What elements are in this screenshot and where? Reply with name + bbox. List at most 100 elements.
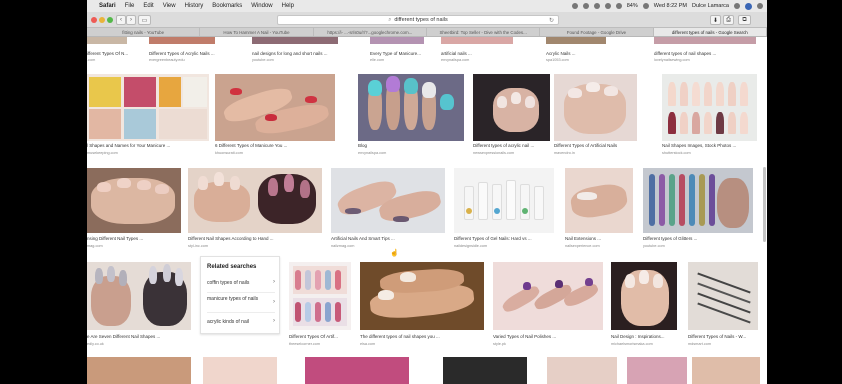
- image-result[interactable]: [688, 262, 758, 330]
- result-title[interactable]: Different Types of Gel Nails: Hard vs ..…: [454, 236, 560, 241]
- zoom-window-button[interactable]: [107, 17, 113, 23]
- image-result[interactable]: [360, 262, 484, 330]
- image-result[interactable]: [692, 357, 760, 384]
- result-title[interactable]: nail designs for long and short nails ..…: [252, 51, 365, 56]
- share-icon[interactable]: ⎙: [723, 15, 734, 25]
- menu-history[interactable]: History: [185, 3, 204, 9]
- result-title[interactable]: different types of nail shapes ...: [654, 51, 762, 56]
- result-title[interactable]: Nail Shapes Images, Stock Photos ...: [662, 143, 762, 148]
- image-result[interactable]: [188, 168, 322, 233]
- clock[interactable]: Wed 8:22 PM: [654, 3, 687, 9]
- reload-icon[interactable]: ↻: [549, 17, 554, 24]
- new-tab-icon[interactable]: ⧉: [738, 15, 751, 25]
- image-result[interactable]: [331, 168, 445, 233]
- result-title[interactable]: Every Type of Manicure...: [370, 51, 438, 56]
- menu-help[interactable]: Help: [282, 3, 294, 9]
- related-search-item[interactable]: coffin types of nails: [207, 280, 277, 286]
- result-title[interactable]: 6 Different Types of Manicure You ...: [215, 143, 347, 148]
- related-search-item[interactable]: manicure types of nails: [207, 296, 259, 302]
- flag-icon[interactable]: [642, 3, 649, 9]
- image-result[interactable]: [87, 168, 181, 233]
- image-result[interactable]: [252, 37, 338, 44]
- tab-active[interactable]: different types of nails - Google Search: [653, 28, 767, 36]
- menu-window[interactable]: Window: [251, 3, 272, 9]
- result-title[interactable]: Nail Design : Inspirations...: [611, 334, 685, 339]
- image-result[interactable]: [654, 37, 756, 44]
- menu-edit[interactable]: Edit: [143, 3, 153, 9]
- result-title[interactable]: e Are Seven Different Nail Shapes ...: [87, 334, 195, 339]
- result-title[interactable]: The different types of nail shapes you .…: [360, 334, 488, 339]
- result-title[interactable]: Different Types of Acrylic Nails ...: [149, 51, 249, 56]
- image-result[interactable]: [215, 74, 335, 141]
- related-search-item[interactable]: acrylic kinds of nail: [207, 319, 277, 325]
- chevron-right-icon[interactable]: ›: [273, 318, 275, 324]
- tab[interactable]: fitting nails - YouTube: [87, 28, 201, 36]
- image-result[interactable]: [565, 168, 633, 233]
- image-result[interactable]: [87, 262, 191, 330]
- image-result[interactable]: [454, 168, 554, 233]
- image-result[interactable]: [358, 74, 464, 141]
- result-title[interactable]: Different Types of Nails - W...: [688, 334, 764, 339]
- image-result[interactable]: [305, 357, 409, 384]
- status-icon[interactable]: [582, 3, 589, 9]
- close-window-button[interactable]: [91, 17, 97, 23]
- address-bar[interactable]: ⌕ different types of nails ↻: [277, 15, 559, 25]
- image-result[interactable]: [662, 74, 757, 141]
- bluetooth-icon[interactable]: [593, 3, 600, 9]
- wifi-icon[interactable]: [604, 3, 611, 9]
- user-name[interactable]: Dulce Lamarca: [692, 3, 729, 9]
- image-result[interactable]: [289, 262, 351, 330]
- result-title[interactable]: nsing Different Nail Types ...: [87, 236, 183, 241]
- sidebar-button[interactable]: ▭: [138, 15, 151, 25]
- minimize-window-button[interactable]: [99, 17, 105, 23]
- chevron-right-icon[interactable]: ›: [273, 299, 275, 305]
- result-title[interactable]: Different types of acrylic nail ...: [473, 143, 563, 148]
- tab[interactable]: How To Hammer A Nail - YouTube: [200, 28, 314, 36]
- volume-icon[interactable]: [615, 3, 622, 9]
- image-result[interactable]: [554, 74, 637, 141]
- result-title[interactable]: Different Nail Shapes According to Hand …: [188, 236, 328, 241]
- menu-bookmarks[interactable]: Bookmarks: [212, 3, 242, 9]
- image-result[interactable]: [149, 37, 215, 44]
- scrollbar[interactable]: [763, 167, 766, 242]
- result-title[interactable]: Varied Types of Nail Polishes ...: [493, 334, 607, 339]
- tab[interactable]: https://i- ...-sr/s0u/r/?...googlechrome…: [314, 28, 427, 36]
- image-result[interactable]: [87, 74, 209, 141]
- result-title[interactable]: Artificial Nails And Smart Tips ...: [331, 236, 451, 241]
- avatar[interactable]: [745, 2, 752, 10]
- result-title[interactable]: Nail Extensions ...: [565, 236, 639, 241]
- tab[interactable]: Sheetbird: Top Seller - Dive with the Co…: [427, 28, 541, 36]
- image-result[interactable]: [443, 357, 527, 384]
- forward-button[interactable]: ›: [126, 15, 136, 25]
- download-icon[interactable]: ⬇: [710, 15, 721, 25]
- image-result[interactable]: [473, 74, 550, 141]
- result-title[interactable]: ifferent Types Of N...: [87, 51, 145, 56]
- image-result[interactable]: [643, 168, 753, 233]
- image-result[interactable]: [441, 37, 513, 44]
- result-title[interactable]: Different types of Glitters ...: [643, 236, 757, 241]
- image-result[interactable]: [493, 262, 603, 330]
- image-result[interactable]: [370, 37, 424, 44]
- image-result[interactable]: [547, 357, 617, 384]
- status-icon[interactable]: [571, 3, 578, 9]
- list-icon[interactable]: [757, 3, 763, 9]
- battery-percent[interactable]: 84%: [627, 3, 638, 9]
- menu-view[interactable]: View: [163, 3, 176, 9]
- result-title[interactable]: Acrylic Nails ...: [546, 51, 650, 56]
- result-title[interactable]: artificial nails ...: [441, 51, 541, 56]
- result-title[interactable]: Different Types Of Artif...: [289, 334, 355, 339]
- result-title[interactable]: Different Types of Artificial Nails: [554, 143, 658, 148]
- image-result[interactable]: [203, 357, 277, 384]
- tab[interactable]: Found Footage - Google Drive: [540, 28, 654, 36]
- image-result[interactable]: [611, 262, 677, 330]
- image-result[interactable]: [546, 37, 606, 44]
- result-title[interactable]: l Shapes and Names for Your Manicure ...: [87, 143, 211, 148]
- chevron-right-icon[interactable]: ›: [273, 279, 275, 285]
- menu-file[interactable]: File: [125, 3, 135, 9]
- back-button[interactable]: ‹: [116, 15, 126, 25]
- search-icon[interactable]: [734, 3, 740, 9]
- result-title[interactable]: Blog: [358, 143, 464, 148]
- image-result[interactable]: [87, 37, 127, 44]
- menu-app-name[interactable]: Safari: [99, 3, 116, 9]
- image-result[interactable]: [87, 357, 191, 384]
